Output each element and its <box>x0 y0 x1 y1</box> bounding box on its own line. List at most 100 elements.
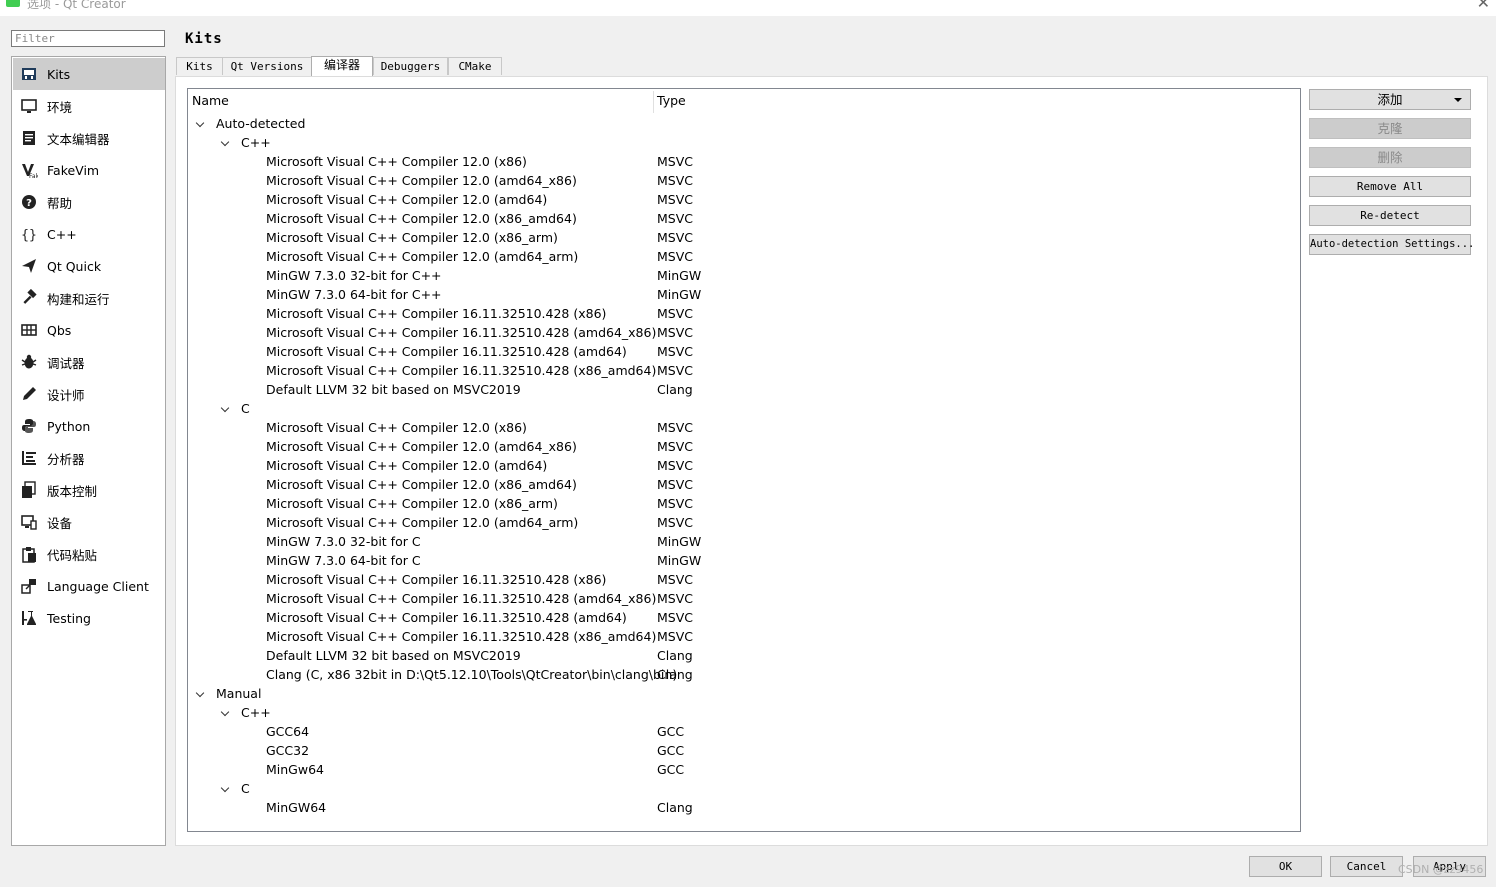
ok-button[interactable]: OK <box>1249 856 1322 877</box>
tree-compiler-row[interactable]: Microsoft Visual C++ Compiler 12.0 (x86_… <box>188 228 1288 247</box>
tree-item-name: Microsoft Visual C++ Compiler 16.11.3251… <box>266 325 657 340</box>
tree-compiler-row[interactable]: Microsoft Visual C++ Compiler 16.11.3251… <box>188 323 1288 342</box>
tree-language-row[interactable]: C++ <box>188 703 1288 722</box>
sidebar-item[interactable]: Language Client <box>13 570 165 602</box>
tree-compiler-row[interactable]: Default LLVM 32 bit based on MSVC2019 Cla… <box>188 380 1288 399</box>
sidebar-item-label: 文本编辑器 <box>47 131 110 147</box>
tree-compiler-row[interactable]: MinGW64 Clang <box>188 798 1288 817</box>
tab-cmake[interactable]: CMake <box>448 57 502 75</box>
tree-compiler-row[interactable]: Microsoft Visual C++ Compiler 12.0 (x86)… <box>188 418 1288 437</box>
sidebar-item[interactable]: Testing <box>13 602 165 634</box>
sidebar-item[interactable]: {} C++ <box>13 218 165 250</box>
tree-item-type: MSVC <box>657 591 693 606</box>
tree-compiler-row[interactable]: MinGW 7.3.0 32-bit for C MinGW <box>188 532 1288 551</box>
column-divider[interactable] <box>653 91 654 113</box>
column-header-name[interactable]: Name <box>192 89 229 113</box>
tree-item-type: GCC <box>657 762 685 777</box>
tree-compiler-row[interactable]: MinGW 7.3.0 64-bit for C MinGW <box>188 551 1288 570</box>
sidebar-item[interactable]: 构建和运行 <box>13 282 165 314</box>
tree-item-name: Microsoft Visual C++ Compiler 12.0 (x86_… <box>266 230 558 245</box>
redetect-button[interactable]: Re-detect <box>1309 205 1471 226</box>
expand-chevron-icon[interactable] <box>195 688 205 698</box>
tab-qt-versions[interactable]: Qt Versions <box>222 57 312 75</box>
tree-item-type: MinGW <box>657 287 702 302</box>
tree-language-row[interactable]: C++ <box>188 133 1288 152</box>
filter-input[interactable] <box>11 30 165 47</box>
tree-compiler-row[interactable]: Microsoft Visual C++ Compiler 16.11.3251… <box>188 570 1288 589</box>
sidebar-item-label: 调试器 <box>47 355 85 371</box>
tab-debuggers[interactable]: Debuggers <box>373 57 448 75</box>
expand-chevron-icon[interactable] <box>220 707 230 717</box>
tree-item-name: MinGW 7.3.0 32-bit for C++ <box>266 268 442 283</box>
expand-chevron-icon[interactable] <box>220 137 230 147</box>
tree-item-type: MinGW <box>657 553 702 568</box>
sidebar-item[interactable]: 设备 <box>13 506 165 538</box>
tree-compiler-row[interactable]: Microsoft Visual C++ Compiler 16.11.3251… <box>188 608 1288 627</box>
tree-compiler-row[interactable]: MinGw64 GCC <box>188 760 1288 779</box>
tree-language-row[interactable]: C <box>188 399 1288 418</box>
tab-compilers[interactable]: 编译器 <box>311 56 373 76</box>
tree-compiler-row[interactable]: MinGW 7.3.0 64-bit for C++ MinGW <box>188 285 1288 304</box>
tree-item-type: MSVC <box>657 154 693 169</box>
tree-compiler-row[interactable]: Microsoft Visual C++ Compiler 16.11.3251… <box>188 361 1288 380</box>
add-compiler-dropdown[interactable]: 添加 <box>1309 89 1471 110</box>
expand-chevron-icon[interactable] <box>220 783 230 793</box>
delete-button[interactable]: 删除 <box>1309 147 1471 168</box>
sidebar-item[interactable]: 环境 <box>13 90 165 122</box>
tree-item-name: Microsoft Visual C++ Compiler 16.11.3251… <box>266 610 627 625</box>
tree-compiler-row[interactable]: Microsoft Visual C++ Compiler 12.0 (amd6… <box>188 247 1288 266</box>
tree-compiler-row[interactable]: GCC32 GCC <box>188 741 1288 760</box>
tree-language-row[interactable]: C <box>188 779 1288 798</box>
close-window-icon[interactable]: ✕ <box>1477 0 1490 12</box>
auto-detection-settings-button[interactable]: Auto-detection Settings... <box>1309 234 1474 255</box>
remove-all-button[interactable]: Remove All <box>1309 176 1471 197</box>
sidebar-item[interactable]: 代码粘贴 <box>13 538 165 570</box>
cancel-button[interactable]: Cancel <box>1330 856 1403 877</box>
tree-group-row[interactable]: Manual <box>188 684 1288 703</box>
sidebar-item[interactable]: 调试器 <box>13 346 165 378</box>
tree-compiler-row[interactable]: Microsoft Visual C++ Compiler 16.11.3251… <box>188 304 1288 323</box>
sidebar-item[interactable]: Fake FakeVim <box>13 154 165 186</box>
dropdown-arrow-icon <box>1454 98 1462 102</box>
tree-group-row[interactable]: Auto-detected <box>188 114 1288 133</box>
sidebar-item[interactable]: Qbs <box>13 314 165 346</box>
tree-compiler-row[interactable]: Microsoft Visual C++ Compiler 12.0 (x86_… <box>188 494 1288 513</box>
expand-chevron-icon[interactable] <box>195 118 205 128</box>
tree-compiler-row[interactable]: Microsoft Visual C++ Compiler 12.0 (amd6… <box>188 171 1288 190</box>
sidebar-item[interactable]: 版本控制 <box>13 474 165 506</box>
clone-button[interactable]: 克隆 <box>1309 118 1471 139</box>
tree-compiler-row[interactable]: GCC64 GCC <box>188 722 1288 741</box>
sidebar-item[interactable]: 设计师 <box>13 378 165 410</box>
sidebar-item[interactable]: ? 帮助 <box>13 186 165 218</box>
sidebar-item[interactable]: 分析器 <box>13 442 165 474</box>
tree-item-type: MSVC <box>657 439 693 454</box>
tree-compiler-row[interactable]: MinGW 7.3.0 32-bit for C++ MinGW <box>188 266 1288 285</box>
sidebar-item[interactable]: Kits <box>13 58 165 90</box>
sidebar-item[interactable]: 文本编辑器 <box>13 122 165 154</box>
hammer-icon <box>23 289 37 304</box>
tree-compiler-row[interactable]: Microsoft Visual C++ Compiler 12.0 (x86_… <box>188 209 1288 228</box>
version-control-icon <box>22 481 36 498</box>
tree-item-name: C++ <box>241 705 271 720</box>
sidebar-item[interactable]: Python <box>13 410 165 442</box>
tree-compiler-row[interactable]: Microsoft Visual C++ Compiler 12.0 (amd6… <box>188 513 1288 532</box>
tree-compiler-row[interactable]: Microsoft Visual C++ Compiler 12.0 (amd6… <box>188 437 1288 456</box>
tab-kits[interactable]: Kits <box>176 57 223 75</box>
tree-compiler-row[interactable]: Microsoft Visual C++ Compiler 16.11.3251… <box>188 627 1288 646</box>
tree-compiler-row[interactable]: Clang (C, x86 32bit in D:\Qt5.12.10\Tool… <box>188 665 1288 684</box>
sidebar-item[interactable]: Qt Quick <box>13 250 165 282</box>
expand-chevron-icon[interactable] <box>220 403 230 413</box>
tree-compiler-row[interactable]: Microsoft Visual C++ Compiler 12.0 (x86)… <box>188 152 1288 171</box>
tree-compiler-row[interactable]: Microsoft Visual C++ Compiler 16.11.3251… <box>188 342 1288 361</box>
column-header-type[interactable]: Type <box>657 89 686 113</box>
tree-item-type: MSVC <box>657 477 693 492</box>
sidebar-item-label: Kits <box>47 66 71 82</box>
tree-item-type: MSVC <box>657 363 693 378</box>
tree-compiler-row[interactable]: Microsoft Visual C++ Compiler 16.11.3251… <box>188 589 1288 608</box>
tree-compiler-row[interactable]: Default LLVM 32 bit based on MSVC2019 Cla… <box>188 646 1288 665</box>
compiler-tree[interactable]: Name Type Auto-detected C++ Microsoft Visu… <box>187 88 1301 832</box>
tree-compiler-row[interactable]: Microsoft Visual C++ Compiler 12.0 (amd6… <box>188 456 1288 475</box>
tree-compiler-row[interactable]: Microsoft Visual C++ Compiler 12.0 (x86_… <box>188 475 1288 494</box>
tree-item-name: Microsoft Visual C++ Compiler 12.0 (amd6… <box>266 173 577 188</box>
tree-compiler-row[interactable]: Microsoft Visual C++ Compiler 12.0 (amd6… <box>188 190 1288 209</box>
